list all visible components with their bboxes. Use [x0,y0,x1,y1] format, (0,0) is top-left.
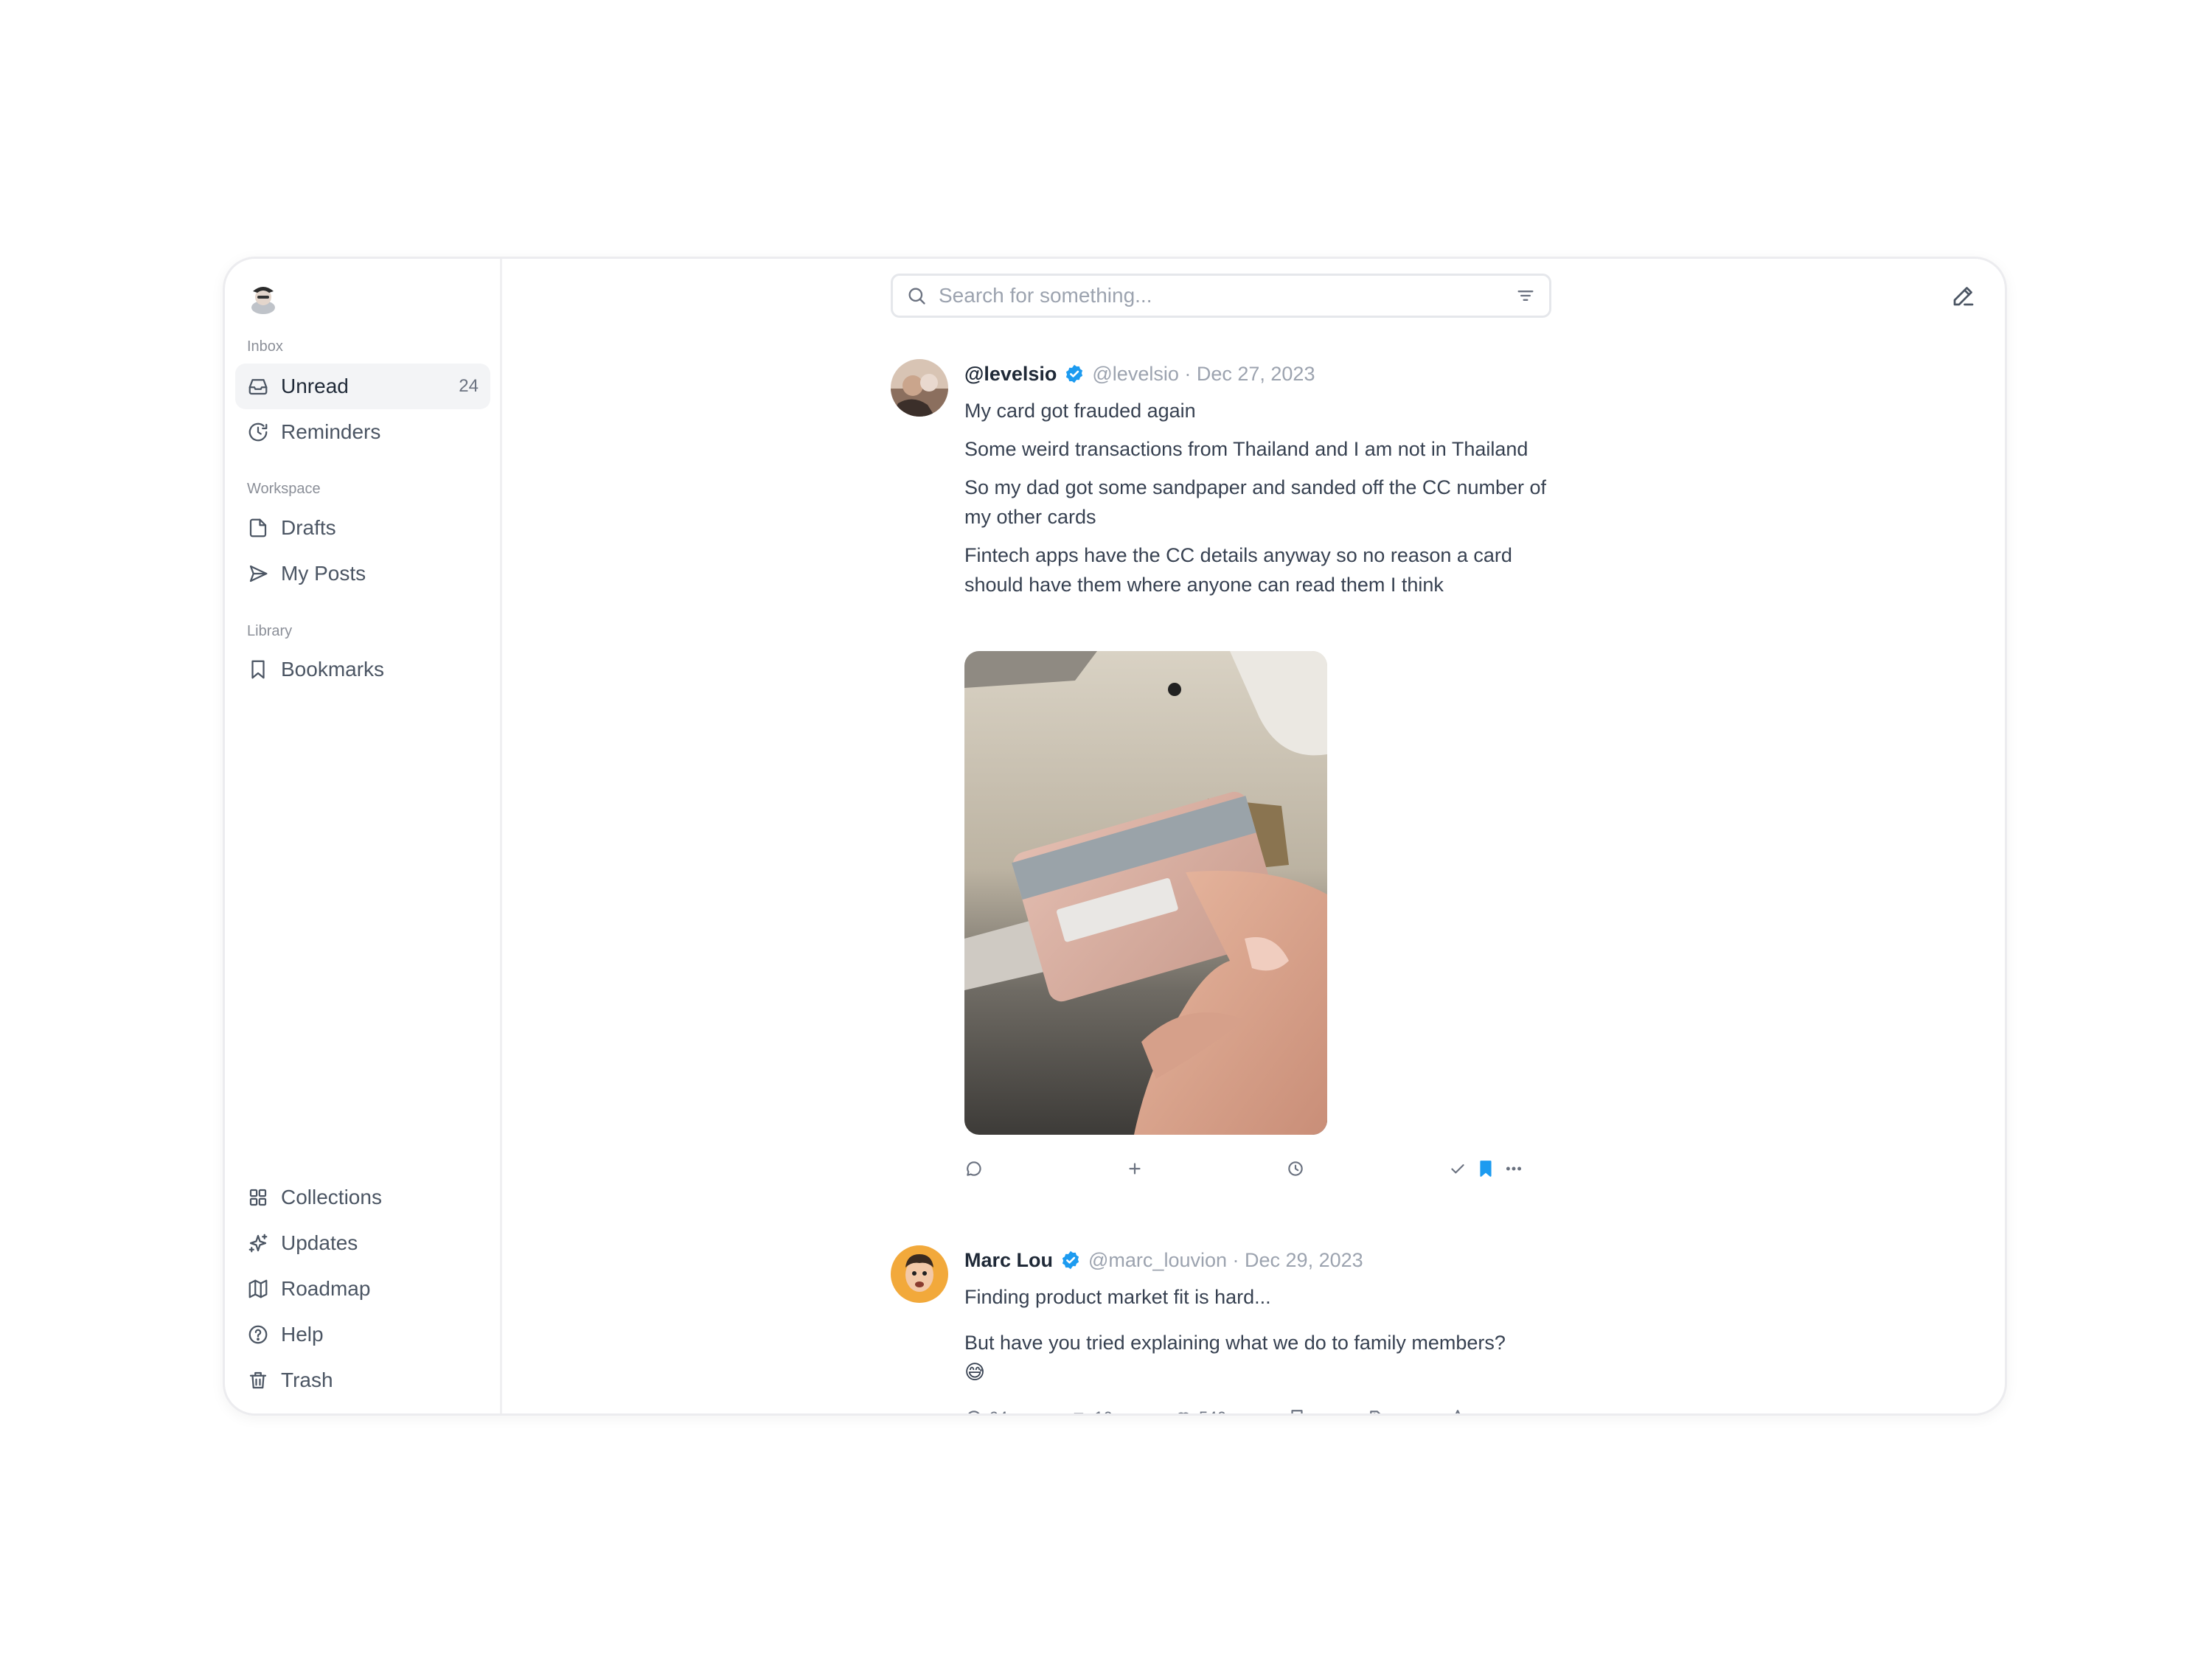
reply-icon [968,1411,980,1413]
avatar[interactable] [891,359,948,417]
inbox-section-label: Inbox [247,338,283,355]
check-icon [1529,1408,1548,1416]
map-icon [247,1278,269,1300]
inbox-icon [247,375,269,397]
bookmark-icon [247,658,269,681]
unread-count-badge: 24 [459,376,479,396]
author-name[interactable]: @levelsio [964,359,1057,389]
post-text: But have you tried explaining what we do… [964,1332,1506,1354]
post-text: My card got frauded again [964,400,1196,422]
tag-button[interactable] [1368,1403,1388,1413]
post-date: Dec 29, 2023 [1245,1249,1363,1271]
sidebar-item-label: Updates [281,1231,358,1254]
more-options-button[interactable] [1504,1154,1523,1183]
grid-icon [247,1186,269,1208]
compose-button[interactable] [1950,282,1977,309]
post-date: Dec 27, 2023 [1196,363,1315,385]
sidebar-item-label: Collections [281,1186,382,1208]
post-text: Fintech apps have the CC details anyway … [964,544,1512,596]
clock-icon [1288,1161,1303,1176]
retweet-icon [1069,1408,1088,1416]
post-text: Finding product market fit is hard... [964,1286,1271,1308]
search-input[interactable] [939,284,1515,307]
author-handle: @levelsio [1092,363,1179,385]
like-count: 546 [1199,1408,1226,1413]
like-button[interactable]: 546 [1174,1403,1226,1413]
bookmark-button[interactable] [1287,1403,1307,1413]
sidebar-item-help[interactable]: Help [235,1312,490,1357]
sidebar-item-label: Drafts [281,516,336,539]
bookmark-filled-icon [1480,1161,1492,1177]
sidebar-item-label: Bookmarks [281,658,385,681]
sidebar-item-drafts[interactable]: Drafts [235,505,490,551]
filter-icon[interactable] [1515,285,1536,306]
sidebar: Inbox Unread 24 Reminders Workspace Draf… [225,259,502,1413]
verified-badge-icon [1062,1251,1079,1270]
mark-done-button[interactable] [1529,1403,1548,1416]
sidebar-item-collections[interactable]: Collections [235,1175,490,1220]
add-button[interactable] [1125,1154,1144,1183]
post-actions: 94 16 546 [964,1403,1554,1416]
help-circle-icon [247,1324,269,1346]
pencil-icon [1953,287,1974,306]
reply-button[interactable]: 94 [964,1403,1007,1413]
user-avatar[interactable] [247,279,279,315]
search-bar [891,274,1551,318]
sidebar-item-unread[interactable]: Unread 24 [235,364,490,409]
post-actions [964,1154,1554,1183]
author-handle: @marc_louvion [1088,1249,1228,1271]
app-window: Inbox Unread 24 Reminders Workspace Draf… [223,257,2007,1416]
file-icon [247,517,269,539]
star-button[interactable] [1448,1403,1467,1413]
remind-button[interactable] [1286,1154,1305,1183]
heart-icon [1178,1412,1189,1413]
clock-icon [247,421,269,443]
sidebar-item-trash[interactable]: Trash [235,1357,490,1403]
sidebar-item-label: My Posts [281,562,366,585]
sidebar-item-label: Reminders [281,420,381,443]
check-icon [1451,1164,1464,1174]
send-icon [247,563,269,585]
sidebar-item-reminders[interactable]: Reminders [235,409,490,455]
workspace-section-label: Workspace [247,481,321,497]
mark-done-button[interactable] [1448,1154,1467,1183]
retweet-button[interactable]: 16 [1069,1403,1112,1416]
sidebar-item-label: Roadmap [281,1277,371,1300]
avatar[interactable] [891,1245,948,1303]
trash-icon [247,1369,269,1391]
sidebar-item-updates[interactable]: Updates [235,1220,490,1266]
verified-badge-icon [1066,364,1083,383]
reply-icon [967,1161,981,1176]
author-name[interactable]: Marc Lou [964,1245,1053,1275]
tag-icon [1370,1411,1381,1413]
retweet-count: 16 [1094,1408,1112,1413]
search-icon [908,288,925,305]
post-text: Some weird transactions from Thailand an… [964,438,1528,460]
post-image[interactable] [964,651,1327,1135]
reply-button[interactable] [964,1154,984,1183]
library-section-label: Library [247,623,293,639]
sidebar-item-label: Trash [281,1368,333,1391]
sparkles-icon [247,1232,269,1254]
post-emoji: 😅 [964,1361,986,1383]
more-icon [1506,1166,1522,1171]
plus-icon [1129,1163,1141,1175]
sidebar-item-roadmap[interactable]: Roadmap [235,1266,490,1312]
bookmark-button[interactable] [1476,1154,1495,1183]
sidebar-item-bookmarks[interactable]: Bookmarks [235,647,490,692]
sidebar-item-my-posts[interactable]: My Posts [235,551,490,597]
sidebar-item-label: Unread [281,375,349,397]
bookmark-icon [1291,1410,1303,1413]
post-text: So my dad got some sandpaper and sanded … [964,476,1546,528]
reply-count: 94 [990,1408,1007,1413]
sidebar-item-label: Help [281,1323,324,1346]
star-icon [1455,1410,1461,1413]
main-feed: @levelsio @levelsio · Dec 27, 2023 My ca… [504,259,2005,1413]
